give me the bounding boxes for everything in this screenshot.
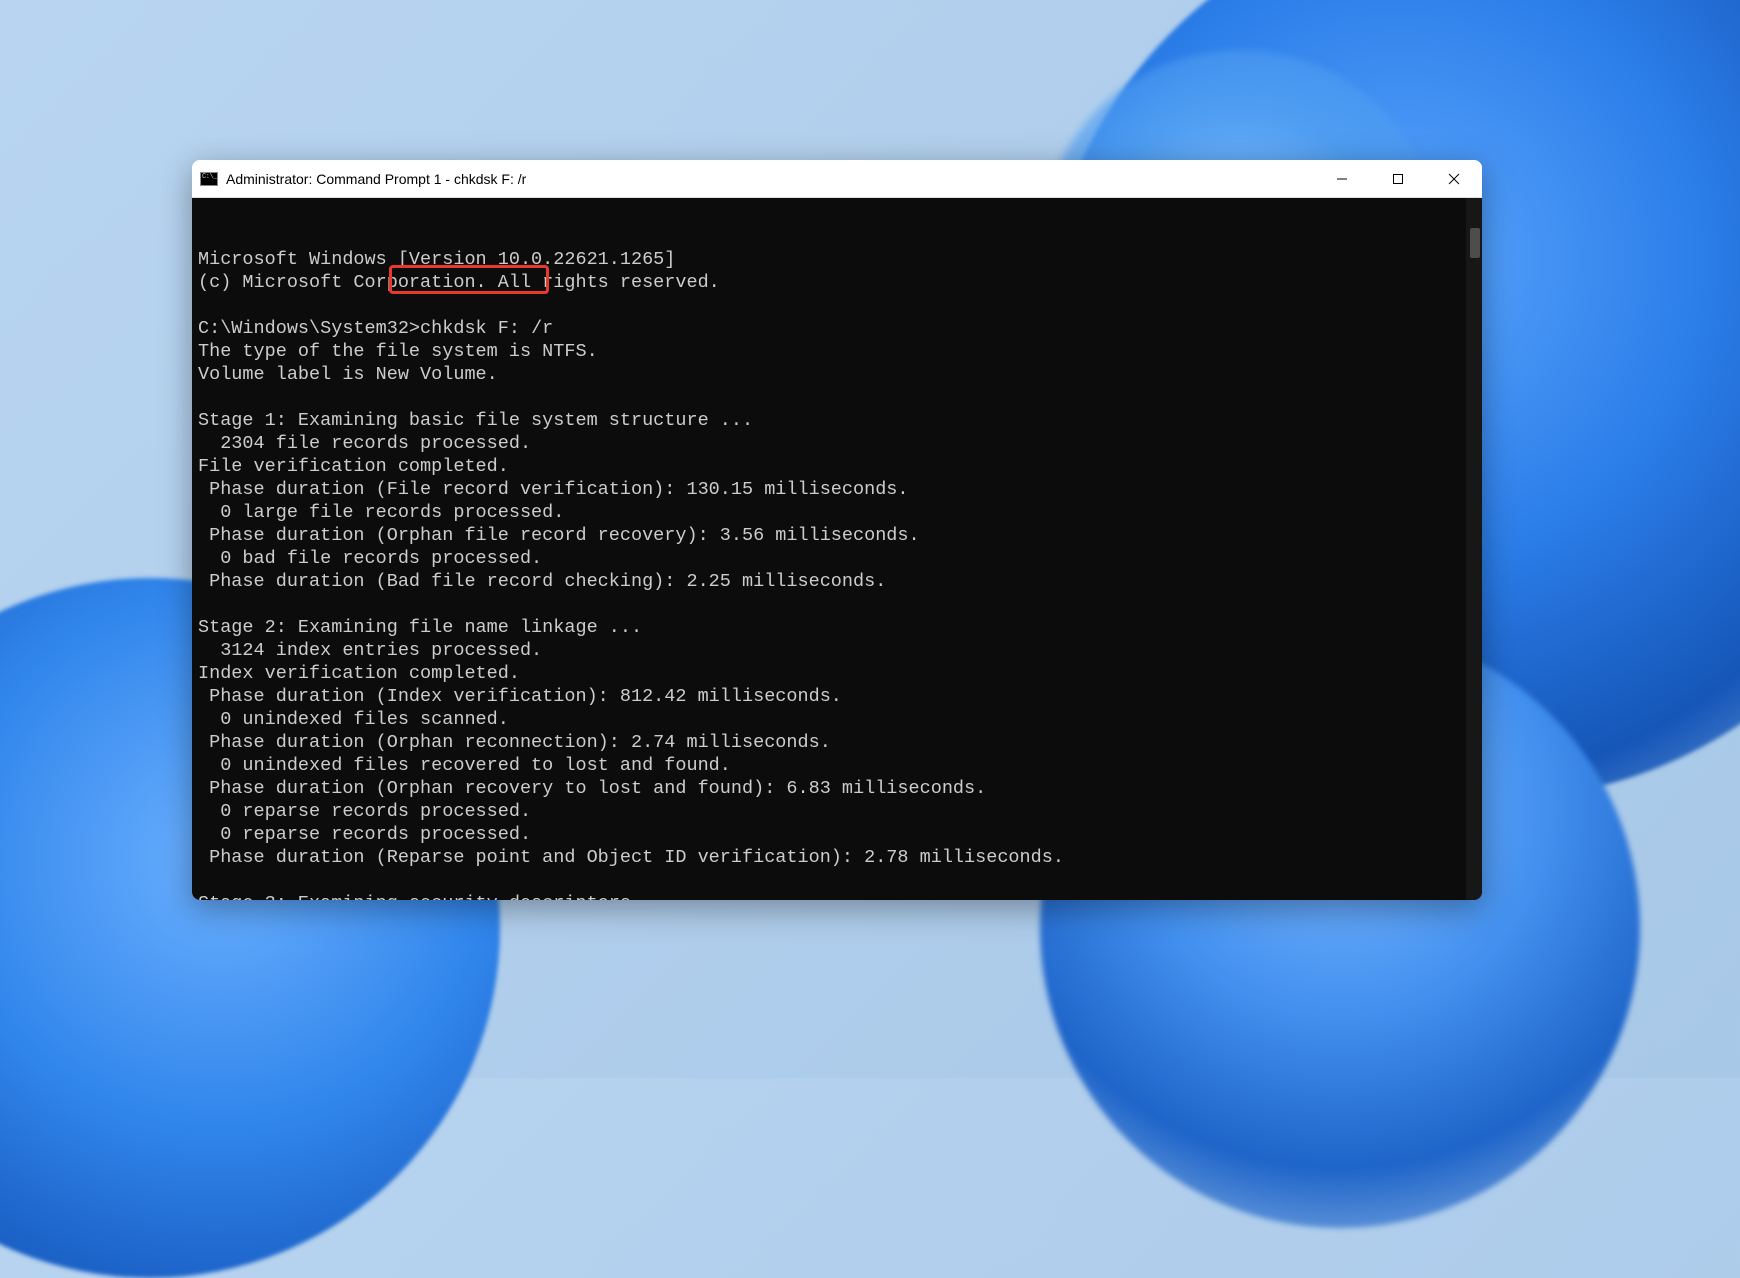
terminal-line: 0 reparse records processed. xyxy=(198,823,1476,846)
terminal-line xyxy=(198,593,1476,616)
terminal-line: Phase duration (File record verification… xyxy=(198,478,1476,501)
terminal-line: 0 unindexed files scanned. xyxy=(198,708,1476,731)
terminal-line: Stage 3: Examining security descriptors … xyxy=(198,892,1476,900)
cmd-icon xyxy=(200,172,218,186)
window-title: Administrator: Command Prompt 1 - chkdsk… xyxy=(226,171,1314,187)
terminal-line: Microsoft Windows [Version 10.0.22621.12… xyxy=(198,248,1476,271)
terminal-line: Stage 2: Examining file name linkage ... xyxy=(198,616,1476,639)
terminal-line: 0 unindexed files recovered to lost and … xyxy=(198,754,1476,777)
terminal-line: Index verification completed. xyxy=(198,662,1476,685)
terminal-line: Phase duration (Reparse point and Object… xyxy=(198,846,1476,869)
titlebar[interactable]: Administrator: Command Prompt 1 - chkdsk… xyxy=(192,160,1482,198)
command-prompt-window: Administrator: Command Prompt 1 - chkdsk… xyxy=(192,160,1482,900)
terminal-area[interactable]: Microsoft Windows [Version 10.0.22621.12… xyxy=(192,198,1482,900)
terminal-line: 0 large file records processed. xyxy=(198,501,1476,524)
terminal-line: The type of the file system is NTFS. xyxy=(198,340,1476,363)
terminal-line: 0 bad file records processed. xyxy=(198,547,1476,570)
terminal-line: (c) Microsoft Corporation. All rights re… xyxy=(198,271,1476,294)
terminal-line: Volume label is New Volume. xyxy=(198,363,1476,386)
close-button[interactable] xyxy=(1426,160,1482,197)
scrollbar[interactable] xyxy=(1466,198,1482,900)
scroll-thumb[interactable] xyxy=(1470,228,1480,258)
typed-command: chkdsk F: /r xyxy=(420,318,553,339)
terminal-line: Stage 1: Examining basic file system str… xyxy=(198,409,1476,432)
terminal-line: Phase duration (Bad file record checking… xyxy=(198,570,1476,593)
minimize-button[interactable] xyxy=(1314,160,1370,197)
terminal-output: Microsoft Windows [Version 10.0.22621.12… xyxy=(198,248,1476,900)
terminal-line: File verification completed. xyxy=(198,455,1476,478)
maximize-button[interactable] xyxy=(1370,160,1426,197)
terminal-line xyxy=(198,294,1476,317)
prompt-path: C:\Windows\System32> xyxy=(198,318,420,339)
window-controls xyxy=(1314,160,1482,197)
terminal-line: Phase duration (Orphan file record recov… xyxy=(198,524,1476,547)
terminal-line: Phase duration (Orphan reconnection): 2.… xyxy=(198,731,1476,754)
terminal-line: 3124 index entries processed. xyxy=(198,639,1476,662)
terminal-line: 0 reparse records processed. xyxy=(198,800,1476,823)
terminal-line: Phase duration (Orphan recovery to lost … xyxy=(198,777,1476,800)
terminal-line: Phase duration (Index verification): 812… xyxy=(198,685,1476,708)
command-line: C:\Windows\System32>chkdsk F: /r xyxy=(198,317,1476,340)
terminal-line: 2304 file records processed. xyxy=(198,432,1476,455)
terminal-line xyxy=(198,386,1476,409)
terminal-line xyxy=(198,869,1476,892)
